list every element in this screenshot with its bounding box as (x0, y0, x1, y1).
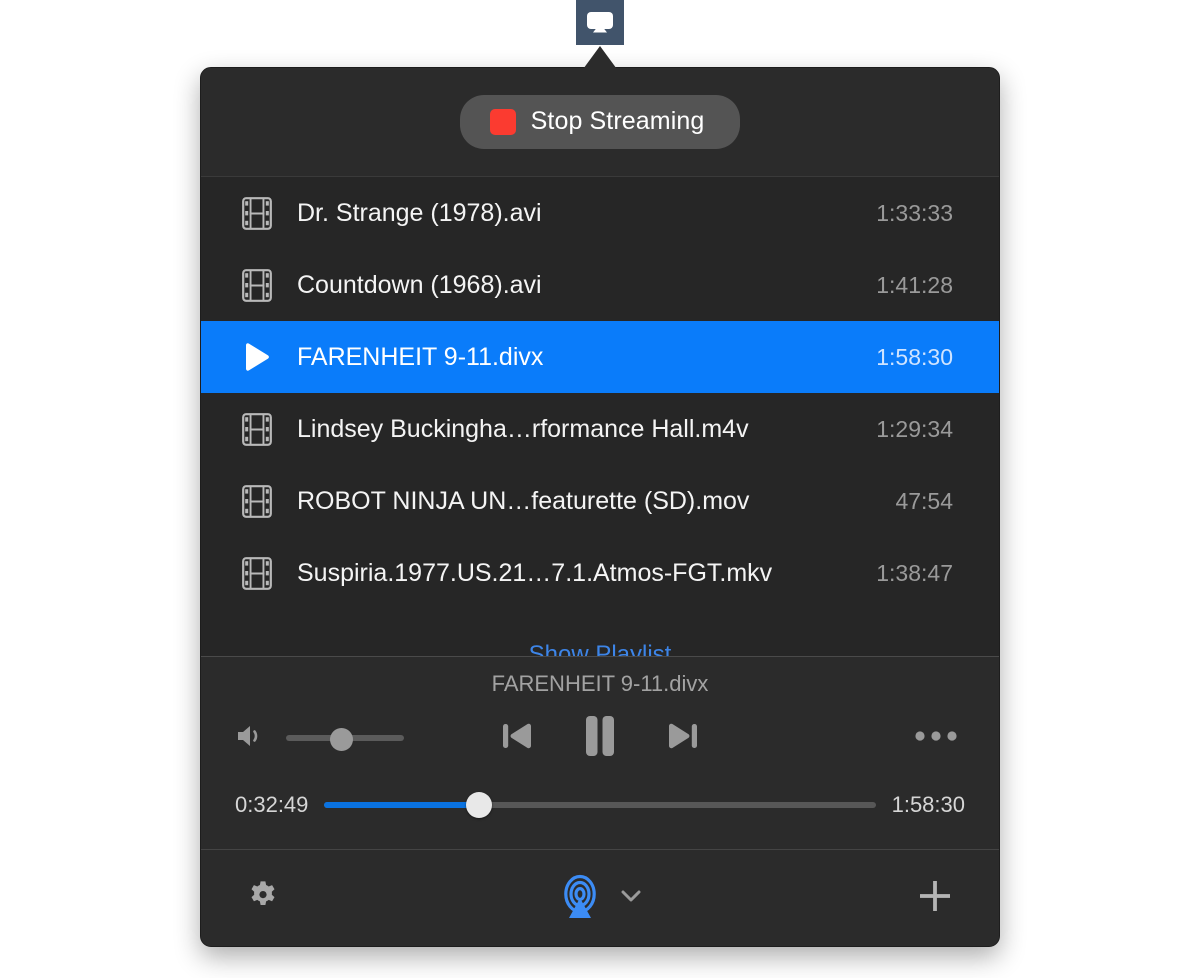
menubar-airplay-button[interactable] (576, 0, 624, 45)
playlist-item-duration: 1:41:28 (876, 271, 953, 298)
film-strip-icon (239, 196, 275, 230)
popover-pointer (565, 44, 635, 74)
previous-track-icon[interactable] (498, 717, 536, 760)
playlist-row-selected[interactable]: FARENHEIT 9-11.divx 1:58:30 (201, 321, 999, 393)
playlist-row[interactable]: Countdown (1968).avi 1:41:28 (201, 249, 999, 321)
popover-header: Stop Streaming (201, 68, 999, 177)
elapsed-time: 0:32:49 (235, 792, 309, 817)
speaker-icon[interactable] (234, 722, 266, 755)
show-playlist-link[interactable]: Show Playlist (201, 641, 999, 656)
total-time: 1:58:30 (891, 792, 965, 817)
playlist-item-duration: 1:29:34 (876, 415, 953, 442)
play-triangle-icon (239, 342, 275, 372)
playlist-row[interactable]: Suspiria.1977.US.21…7.1.Atmos-FGT.mkv 1:… (201, 537, 999, 609)
playlist-item-duration: 47:54 (895, 487, 953, 514)
progress-bar-row: 0:32:49 1:58:30 (201, 775, 999, 835)
gear-icon (245, 880, 281, 918)
progress-knob[interactable] (465, 792, 492, 818)
playlist-item-title: FARENHEIT 9-11.divx (297, 342, 544, 371)
volume-control[interactable] (234, 722, 404, 755)
now-playing-title: FARENHEIT 9-11.divx (491, 671, 709, 696)
progress-slider[interactable] (324, 792, 876, 818)
airplay-icon (586, 11, 614, 35)
next-track-icon[interactable] (664, 717, 702, 760)
more-options-button[interactable] (913, 728, 959, 749)
airplay-output-selector[interactable] (201, 870, 999, 927)
film-strip-icon (239, 556, 275, 590)
playlist-item-duration: 1:38:47 (876, 559, 953, 586)
plus-icon (915, 876, 955, 921)
film-strip-icon (239, 268, 275, 302)
airplay-broadcast-icon[interactable] (557, 870, 603, 927)
playlist-item-title: Countdown (1968).avi (297, 270, 542, 299)
stop-streaming-label: Stop Streaming (530, 107, 705, 135)
screen: Stop Streaming Dr. Strange (1978).avi 1:… (0, 0, 1200, 978)
playlist-item-duration: 1:33:33 (876, 199, 953, 226)
volume-slider[interactable] (286, 728, 404, 751)
playlist-item-duration: 1:58:30 (876, 343, 953, 370)
pause-icon[interactable] (578, 712, 622, 765)
playlist-row[interactable]: ROBOT NINJA UN…featurette (SD).mov 47:54 (201, 465, 999, 537)
film-strip-icon (239, 484, 275, 518)
popover-footer (201, 849, 999, 946)
stop-square-icon (489, 108, 516, 135)
progress-fill (324, 802, 479, 808)
playlist[interactable]: Dr. Strange (1978).avi 1:33:33 Countdown… (201, 177, 999, 656)
player-controls: FARENHEIT 9-11.divx 0:32:49 1:58:30 (201, 656, 999, 849)
playlist-row[interactable]: Dr. Strange (1978).avi 1:33:33 (201, 177, 999, 249)
stop-streaming-button[interactable]: Stop Streaming (459, 95, 741, 149)
playlist-row[interactable]: Lindsey Buckingha…rformance Hall.m4v 1:2… (201, 393, 999, 465)
add-media-button[interactable] (915, 876, 955, 921)
more-dots-icon (913, 728, 959, 749)
film-strip-icon (239, 412, 275, 446)
settings-button[interactable] (245, 878, 281, 919)
playlist-item-title: Dr. Strange (1978).avi (297, 198, 542, 227)
playlist-item-title: Lindsey Buckingha…rformance Hall.m4v (297, 414, 749, 443)
chevron-down-icon[interactable] (619, 887, 643, 910)
playlist-item-title: Suspiria.1977.US.21…7.1.Atmos-FGT.mkv (297, 558, 773, 587)
airplay-popover-panel: Stop Streaming Dr. Strange (1978).avi 1:… (200, 67, 1000, 947)
volume-knob[interactable] (330, 728, 353, 751)
playlist-item-title: ROBOT NINJA UN…featurette (SD).mov (297, 486, 750, 515)
transport-bar (201, 701, 999, 775)
